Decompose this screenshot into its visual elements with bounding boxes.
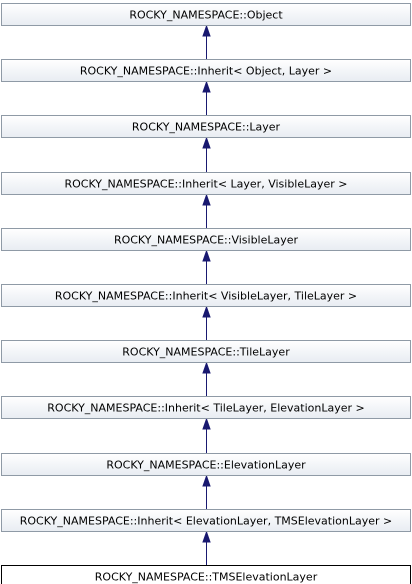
inheritance-diagram: ROCKY_NAMESPACE::ObjectROCKY_NAMESPACE::… xyxy=(1,3,411,584)
class-node[interactable]: ROCKY_NAMESPACE::Inherit< TileLayer, Ele… xyxy=(1,396,411,419)
class-label: ROCKY_NAMESPACE::Inherit< TileLayer, Ele… xyxy=(47,402,364,415)
arrow-head-icon xyxy=(202,474,211,487)
arrow-head-icon xyxy=(202,193,211,206)
class-node[interactable]: ROCKY_NAMESPACE::Object xyxy=(1,3,411,26)
arrow-head-icon xyxy=(202,136,211,149)
class-node-current: ROCKY_NAMESPACE::TMSElevationLayer xyxy=(1,565,411,584)
class-node[interactable]: ROCKY_NAMESPACE::VisibleLayer xyxy=(1,228,411,251)
class-label: ROCKY_NAMESPACE::ElevationLayer xyxy=(106,459,306,472)
class-label: ROCKY_NAMESPACE::Inherit< Object, Layer … xyxy=(80,65,332,78)
class-node[interactable]: ROCKY_NAMESPACE::Inherit< ElevationLayer… xyxy=(1,509,411,532)
class-label: ROCKY_NAMESPACE::VisibleLayer xyxy=(114,234,299,247)
inheritance-arrow xyxy=(202,24,211,59)
class-node[interactable]: ROCKY_NAMESPACE::TileLayer xyxy=(1,340,411,363)
class-node[interactable]: ROCKY_NAMESPACE::Layer xyxy=(1,115,411,138)
arrow-head-icon xyxy=(202,24,211,37)
inheritance-arrow xyxy=(202,80,211,115)
inheritance-arrow xyxy=(202,417,211,453)
class-label: ROCKY_NAMESPACE::Inherit< Layer, Visible… xyxy=(64,178,347,191)
inheritance-arrow xyxy=(202,136,211,172)
class-node[interactable]: ROCKY_NAMESPACE::Inherit< VisibleLayer, … xyxy=(1,284,411,307)
class-label: ROCKY_NAMESPACE::Inherit< VisibleLayer, … xyxy=(55,290,357,303)
inheritance-arrow xyxy=(202,474,211,509)
arrow-head-icon xyxy=(202,530,211,543)
inheritance-arrow xyxy=(202,193,211,228)
class-node[interactable]: ROCKY_NAMESPACE::Inherit< Layer, Visible… xyxy=(1,172,411,195)
class-label: ROCKY_NAMESPACE::Object xyxy=(129,9,283,22)
class-node[interactable]: ROCKY_NAMESPACE::Inherit< Object, Layer … xyxy=(1,59,411,82)
class-label: ROCKY_NAMESPACE::TileLayer xyxy=(122,346,290,359)
inheritance-arrow xyxy=(202,530,211,565)
arrow-head-icon xyxy=(202,305,211,318)
arrow-head-icon xyxy=(202,417,211,430)
arrow-head-icon xyxy=(202,249,211,262)
class-node[interactable]: ROCKY_NAMESPACE::ElevationLayer xyxy=(1,453,411,476)
class-label: ROCKY_NAMESPACE::TMSElevationLayer xyxy=(95,571,318,584)
arrow-head-icon xyxy=(202,361,211,374)
inheritance-arrow xyxy=(202,249,211,284)
class-label: ROCKY_NAMESPACE::Inherit< ElevationLayer… xyxy=(20,515,393,528)
inheritance-arrow xyxy=(202,361,211,396)
class-label: ROCKY_NAMESPACE::Layer xyxy=(132,121,281,134)
inheritance-arrow xyxy=(202,305,211,340)
arrow-head-icon xyxy=(202,80,211,93)
